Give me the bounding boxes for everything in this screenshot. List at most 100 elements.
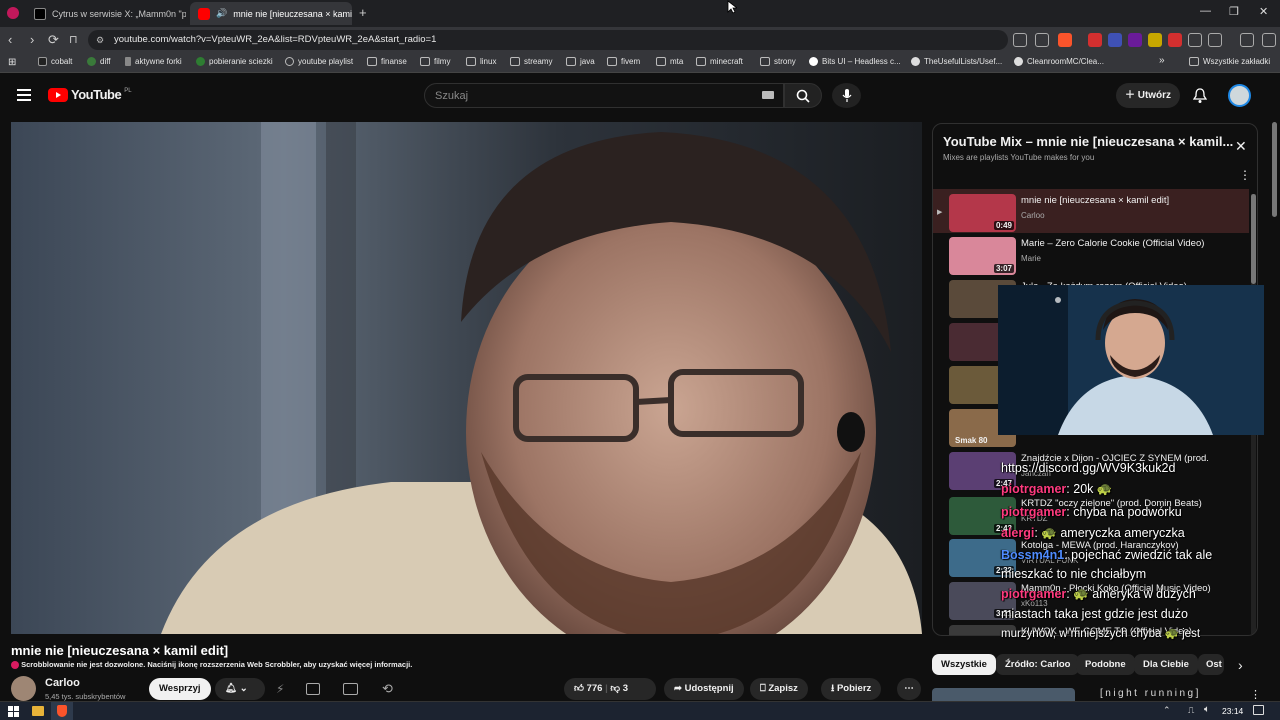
search-button[interactable] [784, 83, 822, 108]
file-explorer-icon[interactable] [32, 706, 44, 716]
extension-icon[interactable] [1168, 33, 1182, 47]
windows-start-icon[interactable] [8, 706, 19, 717]
bookmark-folder[interactable]: finanse [367, 57, 407, 66]
notifications-bell-icon[interactable] [1193, 88, 1207, 104]
bookmark-item[interactable]: diff [87, 57, 111, 66]
more-actions-button[interactable]: ⋯ [897, 678, 921, 700]
avatar[interactable] [1228, 84, 1251, 107]
bookmark-item[interactable]: aktywne forki [125, 57, 182, 66]
bookmark-item[interactable]: TheUsefulLists/Usef... [911, 57, 1002, 66]
share-button[interactable]: ➦ Udostępnij [664, 678, 744, 700]
new-tab-button[interactable]: + [359, 5, 367, 20]
playlist-item[interactable]: 0:49 mnie nie [nieuczesana × kamil edit]… [949, 194, 1249, 236]
subscribed-notifications-button[interactable]: 🔔︎ ⌄ [215, 678, 265, 700]
download-button[interactable]: ⭳ Pobierz [821, 678, 882, 700]
scrollbar-thumb[interactable] [1251, 194, 1256, 284]
folder-icon [696, 57, 706, 66]
chip-related[interactable]: Podobne [1076, 654, 1135, 675]
brave-browser-icon[interactable] [57, 705, 67, 717]
bookmark-item[interactable]: pobieranie sciezki [196, 57, 273, 66]
extension-icon[interactable] [1088, 33, 1102, 47]
more-options-icon[interactable]: ⋮ [1239, 168, 1251, 182]
bookmark-item[interactable]: cobalt [38, 57, 72, 66]
chip-for-you[interactable]: Dla Ciebie [1134, 654, 1198, 675]
tray-chevron-icon[interactable]: ⌃ [1163, 705, 1171, 716]
address-bar[interactable]: ⚙ youtube.com/watch?v=VpteuWR_2eA&list=R… [88, 30, 1008, 50]
notifications-center-icon[interactable] [1253, 705, 1264, 715]
bookmark-page-icon[interactable]: ⊓ [69, 33, 78, 46]
bookmark-item[interactable]: youtube playlist [285, 57, 353, 66]
lightning-icon[interactable]: ⚡︎ [276, 682, 284, 696]
like-button[interactable]: 👍︎ 776 [574, 683, 602, 694]
webcam-image [998, 285, 1264, 435]
miniplayer-icon[interactable] [343, 683, 358, 695]
image-icon[interactable] [306, 683, 320, 695]
extension-icon[interactable] [1108, 33, 1122, 47]
media-icon[interactable] [1240, 33, 1254, 47]
forward-icon[interactable]: › [30, 32, 34, 47]
extension-icon[interactable] [1148, 33, 1162, 47]
chevron-right-icon[interactable]: › [1238, 657, 1243, 673]
restore-icon[interactable]: ❐ [1229, 5, 1239, 18]
chat-message: Bossm4n1: pojechać zwiedzić tak ale [1001, 548, 1213, 562]
bookmark-folder[interactable]: streamy [510, 57, 552, 66]
loop-icon[interactable]: ⟲ [382, 681, 393, 697]
browser-menu-icon[interactable] [7, 7, 19, 19]
chip-all[interactable]: Wszystkie [932, 654, 996, 675]
more-horizontal-icon: ⋯ [904, 683, 914, 694]
extensions-icon[interactable] [1188, 33, 1202, 47]
support-button[interactable]: Wesprzyj [149, 678, 211, 700]
bookmark-item[interactable]: CleanroomMC/Clea... [1014, 57, 1104, 66]
reload-icon[interactable]: ⟳ [48, 32, 59, 48]
volume-icon[interactable]: 🔈︎ [1204, 704, 1210, 715]
playlist-item[interactable]: 3:07 Marie – Zero Calorie Cookie (Offici… [949, 237, 1249, 279]
create-button[interactable]: ＋ Utwórz [1116, 83, 1180, 108]
bookmark-folder[interactable]: mta [656, 57, 683, 66]
extension-icon[interactable] [1128, 33, 1142, 47]
voice-search-button[interactable] [832, 83, 861, 108]
dislike-button[interactable]: 👎︎ 3 [610, 683, 628, 694]
bookmark-folder[interactable]: strony [760, 57, 796, 66]
back-icon[interactable]: ‹ [8, 32, 12, 47]
share-icon[interactable] [1035, 33, 1049, 47]
keyboard-icon[interactable] [762, 91, 774, 99]
folder-icon [760, 57, 770, 66]
mouse-cursor-icon [727, 0, 737, 14]
bookmark-folder[interactable]: linux [466, 57, 496, 66]
sidebar-icon[interactable] [1208, 33, 1222, 47]
bookmark-folder[interactable]: fivem [607, 57, 640, 66]
hamburger-menu-icon[interactable] [17, 89, 31, 101]
network-icon[interactable]: ⎍ [1188, 705, 1194, 716]
bookmark-item[interactable]: Bits UI – Headless c... [809, 57, 901, 66]
playlist-subtitle: Mixes are playlists YouTube makes for yo… [943, 153, 1095, 162]
bookmarks-overflow-icon[interactable]: » [1159, 55, 1165, 66]
minimize-icon[interactable]: — [1200, 5, 1211, 17]
bookmark-folder[interactable]: minecraft [696, 57, 743, 66]
page-scrollbar-thumb[interactable] [1272, 122, 1277, 217]
menu-icon[interactable] [1262, 33, 1276, 47]
save-button[interactable]: ⎕ Zapisz [750, 678, 808, 700]
chat-message: piotrgamer: chyba na podwórku [1001, 505, 1182, 519]
apps-icon[interactable]: ⊞ [8, 57, 16, 68]
close-window-icon[interactable]: ✕ [1259, 5, 1268, 18]
channel-avatar[interactable] [11, 676, 36, 701]
video-player[interactable] [11, 122, 922, 634]
site-settings-icon[interactable]: ⚙ [96, 30, 104, 50]
youtube-logo[interactable]: YouTube PL [48, 87, 132, 102]
search-input[interactable]: Szukaj [424, 83, 784, 108]
clock[interactable]: 23:14 [1222, 706, 1243, 716]
chip-source[interactable]: Źródło: Carloo [996, 654, 1080, 675]
bookmark-folder[interactable]: java [566, 57, 595, 66]
cast-icon[interactable] [1013, 33, 1027, 47]
more-options-icon[interactable]: ⋮ [1250, 688, 1261, 701]
recommendation-thumbnail[interactable] [932, 688, 1075, 701]
tab-youtube[interactable]: 🔊 mnie nie [nieuczesana × kami... ✕ [190, 2, 352, 25]
channel-name[interactable]: Carloo [45, 677, 80, 689]
bookmark-folder[interactable]: filmy [420, 57, 450, 66]
close-playlist-icon[interactable]: ✕ [1235, 138, 1247, 155]
all-bookmarks[interactable]: Wszystkie zakładki [1189, 57, 1270, 66]
brave-shield-icon[interactable] [1058, 33, 1072, 47]
chip-recent[interactable]: Ost [1198, 654, 1224, 675]
recommendation-title[interactable]: [night running] [1100, 688, 1201, 699]
tab-twitter[interactable]: Cytrus w serwisie X: „Mamm0n "płac... [26, 2, 186, 25]
